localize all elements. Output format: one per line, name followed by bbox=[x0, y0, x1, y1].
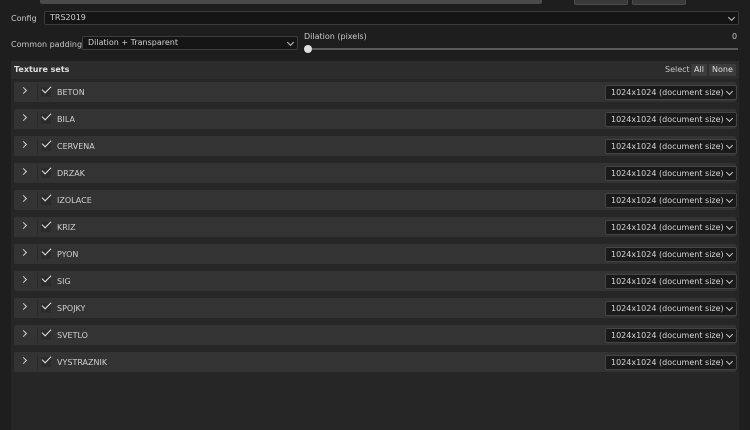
chevron-right-icon[interactable] bbox=[19, 194, 28, 203]
texture-sets-header: Texture sets Select All None bbox=[11, 61, 739, 79]
chevron-right-icon[interactable] bbox=[19, 221, 28, 230]
texture-set-name: VYSTRAZNIK bbox=[57, 358, 108, 367]
divider bbox=[37, 84, 38, 100]
texture-set-resolution-select[interactable]: 1024x1024 (document size) bbox=[605, 193, 737, 208]
texture-set-resolution-select[interactable]: 1024x1024 (document size) bbox=[605, 355, 737, 370]
divider bbox=[37, 246, 38, 262]
texture-set-row[interactable]: VYSTRAZNIK 1024x1024 (document size) bbox=[14, 352, 737, 372]
common-padding-label: Common padding bbox=[11, 40, 83, 49]
texture-set-name: SIG bbox=[57, 277, 71, 286]
divider bbox=[37, 273, 38, 289]
chevron-right-icon[interactable] bbox=[19, 329, 28, 338]
dilation-slider-handle[interactable] bbox=[304, 45, 312, 53]
resolution-value: 1024x1024 (document size) bbox=[611, 115, 724, 124]
texture-set-resolution-select[interactable]: 1024x1024 (document size) bbox=[605, 301, 737, 316]
texture-set-name: DRZAK bbox=[57, 169, 85, 178]
chevron-down-icon bbox=[725, 195, 734, 204]
resolution-value: 1024x1024 (document size) bbox=[611, 223, 724, 232]
texture-set-resolution-select[interactable]: 1024x1024 (document size) bbox=[605, 139, 737, 154]
chevron-down-icon bbox=[725, 276, 734, 285]
resolution-value: 1024x1024 (document size) bbox=[611, 304, 724, 313]
resolution-value: 1024x1024 (document size) bbox=[611, 169, 724, 178]
chevron-right-icon[interactable] bbox=[19, 302, 28, 311]
select-label: Select bbox=[665, 65, 690, 74]
top-button-1[interactable] bbox=[574, 0, 628, 5]
divider bbox=[37, 138, 38, 154]
texture-set-resolution-select[interactable]: 1024x1024 (document size) bbox=[605, 112, 737, 127]
chevron-right-icon[interactable] bbox=[19, 113, 28, 122]
common-padding-value: Dilation + Transparent bbox=[88, 38, 178, 47]
divider bbox=[37, 165, 38, 181]
chevron-down-icon bbox=[286, 38, 295, 47]
top-button-2[interactable] bbox=[632, 0, 686, 5]
select-none-button[interactable]: None bbox=[709, 64, 736, 76]
divider bbox=[37, 300, 38, 316]
texture-set-resolution-select[interactable]: 1024x1024 (document size) bbox=[605, 220, 737, 235]
texture-set-resolution-select[interactable]: 1024x1024 (document size) bbox=[605, 85, 737, 100]
texture-set-row[interactable]: PYON 1024x1024 (document size) bbox=[14, 244, 737, 264]
resolution-value: 1024x1024 (document size) bbox=[611, 142, 724, 151]
texture-set-row[interactable]: SIG 1024x1024 (document size) bbox=[14, 271, 737, 291]
dilation-label: Dilation (pixels) bbox=[304, 32, 367, 41]
texture-set-row[interactable]: SVETLO 1024x1024 (document size) bbox=[14, 325, 737, 345]
chevron-right-icon[interactable] bbox=[19, 167, 28, 176]
chevron-right-icon[interactable] bbox=[19, 275, 28, 284]
chevron-right-icon[interactable] bbox=[19, 356, 28, 365]
texture-set-name: PYON bbox=[57, 250, 79, 259]
texture-set-row[interactable]: SPOJKY 1024x1024 (document size) bbox=[14, 298, 737, 318]
chevron-down-icon bbox=[725, 330, 734, 339]
texture-set-resolution-select[interactable]: 1024x1024 (document size) bbox=[605, 274, 737, 289]
divider bbox=[37, 192, 38, 208]
resolution-value: 1024x1024 (document size) bbox=[611, 196, 724, 205]
texture-set-name: SPOJKY bbox=[57, 304, 86, 313]
divider bbox=[37, 111, 38, 127]
chevron-down-icon bbox=[725, 303, 734, 312]
chevron-down-icon bbox=[725, 168, 734, 177]
dilation-slider-track[interactable] bbox=[308, 48, 738, 50]
chevron-down-icon bbox=[725, 249, 734, 258]
texture-set-name: KRIZ bbox=[57, 223, 76, 232]
texture-set-name: IZOLACE bbox=[57, 196, 92, 205]
texture-sets-title: Texture sets bbox=[14, 65, 70, 74]
top-toolbar-strip bbox=[0, 0, 750, 8]
chevron-down-icon bbox=[725, 357, 734, 366]
texture-set-row[interactable]: DRZAK 1024x1024 (document size) bbox=[14, 163, 737, 183]
divider bbox=[37, 327, 38, 343]
chevron-right-icon[interactable] bbox=[19, 140, 28, 149]
chevron-down-icon bbox=[727, 13, 736, 22]
resolution-value: 1024x1024 (document size) bbox=[611, 331, 724, 340]
texture-set-name: CERVENA bbox=[57, 142, 95, 151]
chevron-down-icon bbox=[725, 222, 734, 231]
resolution-value: 1024x1024 (document size) bbox=[611, 88, 724, 97]
texture-set-row[interactable]: CERVENA 1024x1024 (document size) bbox=[14, 136, 737, 156]
config-value: TRS2019 bbox=[50, 13, 86, 22]
texture-set-row[interactable]: BILA 1024x1024 (document size) bbox=[14, 109, 737, 129]
texture-set-resolution-select[interactable]: 1024x1024 (document size) bbox=[605, 247, 737, 262]
texture-set-row[interactable]: IZOLACE 1024x1024 (document size) bbox=[14, 190, 737, 210]
chevron-down-icon bbox=[725, 141, 734, 150]
resolution-value: 1024x1024 (document size) bbox=[611, 358, 724, 367]
texture-set-resolution-select[interactable]: 1024x1024 (document size) bbox=[605, 328, 737, 343]
texture-set-row[interactable]: BETON 1024x1024 (document size) bbox=[14, 82, 737, 102]
texture-set-name: BETON bbox=[57, 88, 85, 97]
chevron-right-icon[interactable] bbox=[19, 248, 28, 257]
config-label: Config bbox=[11, 14, 37, 23]
divider bbox=[37, 219, 38, 235]
chevron-down-icon bbox=[725, 87, 734, 96]
texture-set-row[interactable]: KRIZ 1024x1024 (document size) bbox=[14, 217, 737, 237]
texture-sets-panel: Texture sets Select All None BETON 1024x1… bbox=[11, 61, 739, 430]
select-all-button[interactable]: All bbox=[691, 64, 707, 76]
texture-set-name: BILA bbox=[57, 115, 75, 124]
dilation-value: 0 bbox=[732, 32, 738, 41]
common-padding-select[interactable]: Dilation + Transparent bbox=[82, 36, 298, 50]
chevron-down-icon bbox=[725, 114, 734, 123]
top-input-bar[interactable] bbox=[40, 0, 542, 4]
texture-set-resolution-select[interactable]: 1024x1024 (document size) bbox=[605, 166, 737, 181]
divider bbox=[37, 354, 38, 370]
texture-set-name: SVETLO bbox=[57, 331, 88, 340]
chevron-right-icon[interactable] bbox=[19, 86, 28, 95]
config-select[interactable]: TRS2019 bbox=[44, 11, 739, 25]
resolution-value: 1024x1024 (document size) bbox=[611, 277, 724, 286]
resolution-value: 1024x1024 (document size) bbox=[611, 250, 724, 259]
